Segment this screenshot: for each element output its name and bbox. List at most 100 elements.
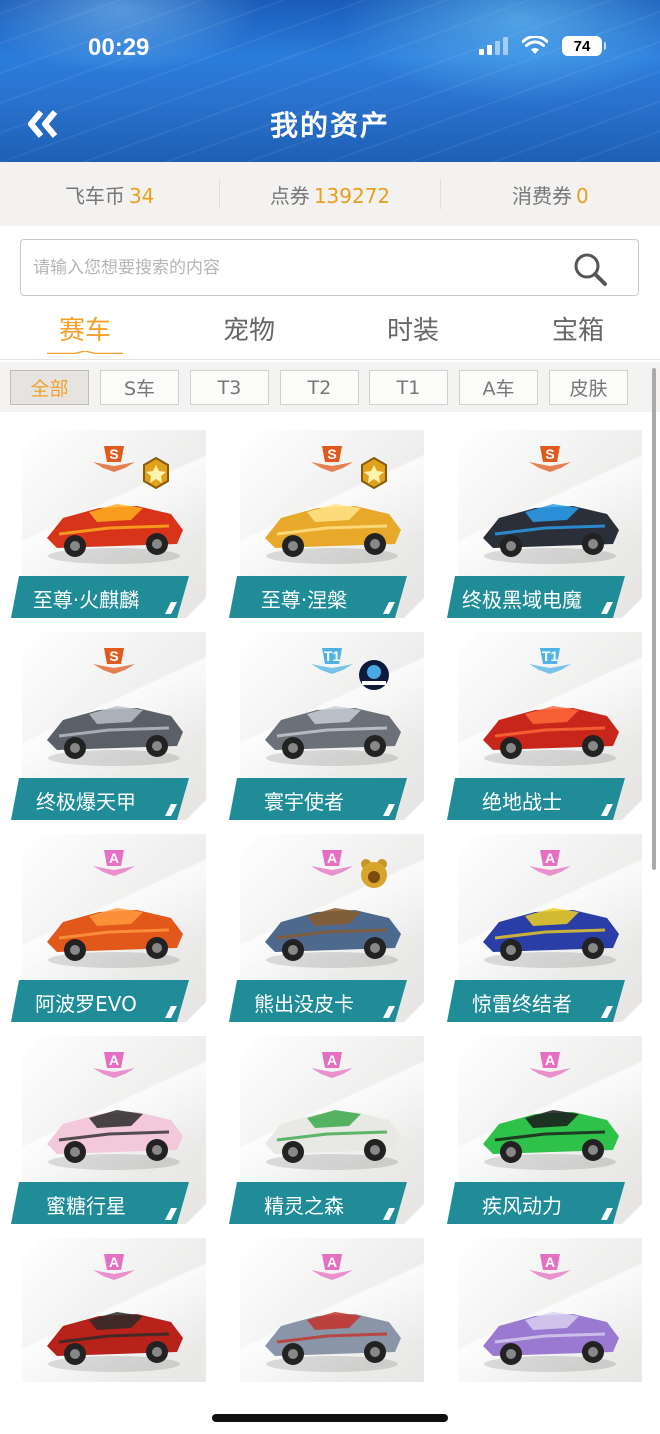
filter-bar: 全部 S车 T3 T2 T1 A车 皮肤 [0, 362, 660, 412]
rank-badge-icon: T1 [309, 644, 355, 676]
category-tabs: 赛车 宠物 时装 宝箱 [0, 300, 660, 360]
banner-corner-icon [601, 1006, 613, 1018]
car-name-banner: 蜜糖行星 [11, 1182, 189, 1224]
banner-corner-icon [383, 1006, 395, 1018]
battery-icon: 74 [562, 36, 606, 56]
car-image [39, 886, 189, 970]
svg-text:S: S [327, 446, 336, 462]
currency-label: 消费券 [511, 183, 572, 208]
car-name: 至尊·涅槃 [260, 588, 348, 612]
filter-all[interactable]: 全部 [10, 370, 89, 405]
car-name: 疾风动力 [482, 1194, 562, 1218]
currency-label: 点券 [269, 183, 310, 208]
car-name-banner: 阿波罗EVO [11, 980, 189, 1022]
car-image [39, 482, 189, 566]
filter-a[interactable]: A车 [459, 370, 538, 405]
car-image [475, 1290, 625, 1374]
car-card[interactable]: T1 绝地战士 [447, 632, 642, 820]
car-name: 终极爆天甲 [36, 790, 136, 814]
car-image [257, 482, 407, 566]
search-box [20, 239, 639, 296]
svg-text:A: A [545, 1254, 555, 1270]
car-name: 惊雷终结者 [472, 992, 572, 1016]
cellular-signal-icon [479, 37, 508, 55]
car-image [257, 1290, 407, 1374]
active-tab-indicator [47, 351, 123, 354]
car-card[interactable]: A 疾风动力 [447, 1036, 642, 1224]
svg-text:A: A [545, 1052, 555, 1068]
tab-fashion[interactable]: 时装 [353, 310, 473, 347]
tab-chests[interactable]: 宝箱 [518, 310, 638, 347]
status-time: 00:29 [88, 34, 150, 61]
car-card[interactable]: A [229, 1238, 424, 1382]
currency-coins: 飞车币 34 [0, 180, 219, 209]
car-card[interactable]: A 精灵之森 [229, 1036, 424, 1224]
car-card[interactable]: A 阿波罗EVO [11, 834, 206, 1022]
svg-text:A: A [109, 850, 119, 866]
car-name: 寰宇使者 [264, 790, 344, 814]
currency-label: 飞车币 [64, 183, 125, 208]
svg-text:A: A [327, 1052, 337, 1068]
rank-badge-icon: A [527, 1250, 573, 1282]
car-card[interactable]: A 熊出没皮卡 [229, 834, 424, 1022]
page-title: 我的资产 [269, 109, 390, 142]
banner-corner-icon [165, 602, 177, 614]
car-card[interactable]: A 蜜糖行星 [11, 1036, 206, 1224]
header: 00:29 74 我的资产 [0, 0, 660, 162]
rank-badge-icon: S [527, 442, 573, 474]
car-name-banner: 至尊·涅槃 [229, 576, 407, 618]
filter-t2[interactable]: T2 [280, 370, 359, 405]
currency-bar: 飞车币 34 点券 139272 消费券 0 [0, 162, 660, 226]
car-image [39, 684, 189, 768]
rank-badge-icon: A [91, 1048, 137, 1080]
banner-corner-icon [601, 602, 613, 614]
car-card[interactable]: A [11, 1238, 206, 1382]
rank-badge-icon: T1 [527, 644, 573, 676]
filter-s[interactable]: S车 [100, 370, 179, 405]
banner-corner-icon [165, 1006, 177, 1018]
car-card[interactable]: A [447, 1238, 642, 1382]
car-name-banner: 寰宇使者 [229, 778, 407, 820]
car-name: 熊出没皮卡 [254, 992, 354, 1016]
car-card[interactable]: S 至尊·火麒麟 [11, 430, 206, 618]
currency-points: 点券 139272 [220, 180, 439, 209]
filter-t3[interactable]: T3 [190, 370, 269, 405]
tab-pets[interactable]: 宠物 [189, 310, 309, 347]
svg-text:A: A [109, 1052, 119, 1068]
filter-t1[interactable]: T1 [369, 370, 448, 405]
car-name-banner: 熊出没皮卡 [229, 980, 407, 1022]
car-card[interactable]: S 至尊·涅槃 [229, 430, 424, 618]
banner-corner-icon [383, 1208, 395, 1220]
car-card[interactable]: S 终极黑域电魔 [447, 430, 642, 618]
car-image [475, 482, 625, 566]
wifi-icon [522, 36, 548, 54]
car-grid: S 至尊·火麒麟 S 至尊·涅槃 S 终极黑域电魔 S 终极爆天甲 T1 寰宇使者 T1 绝地战士 A 阿… [0, 412, 660, 1382]
home-indicator[interactable] [212, 1414, 448, 1422]
svg-text:A: A [327, 1254, 337, 1270]
car-image [475, 886, 625, 970]
car-name: 终极黑域电魔 [462, 588, 582, 612]
filter-skin[interactable]: 皮肤 [549, 370, 628, 405]
svg-text:S: S [545, 446, 554, 462]
rank-badge-icon: S [91, 442, 137, 474]
car-name: 精灵之森 [264, 1194, 344, 1218]
car-image [475, 1088, 625, 1172]
rank-badge-icon: A [527, 846, 573, 878]
car-image [475, 684, 625, 768]
car-card[interactable]: T1 寰宇使者 [229, 632, 424, 820]
tab-cars[interactable]: 赛车 [25, 310, 145, 347]
banner-corner-icon [601, 804, 613, 816]
search-input[interactable] [33, 240, 553, 295]
rank-badge-icon: S [309, 442, 355, 474]
svg-text:A: A [109, 1254, 119, 1270]
currency-value: 139272 [313, 183, 391, 208]
svg-text:S: S [109, 648, 118, 664]
car-card[interactable]: A 惊雷终结者 [447, 834, 642, 1022]
rank-badge-icon: A [309, 846, 355, 878]
svg-text:A: A [545, 850, 555, 866]
search-icon[interactable] [572, 251, 608, 287]
car-name-banner: 终极黑域电魔 [447, 576, 625, 618]
car-card[interactable]: S 终极爆天甲 [11, 632, 206, 820]
car-name: 蜜糖行星 [46, 1194, 126, 1218]
car-name: 阿波罗EVO [35, 992, 137, 1016]
